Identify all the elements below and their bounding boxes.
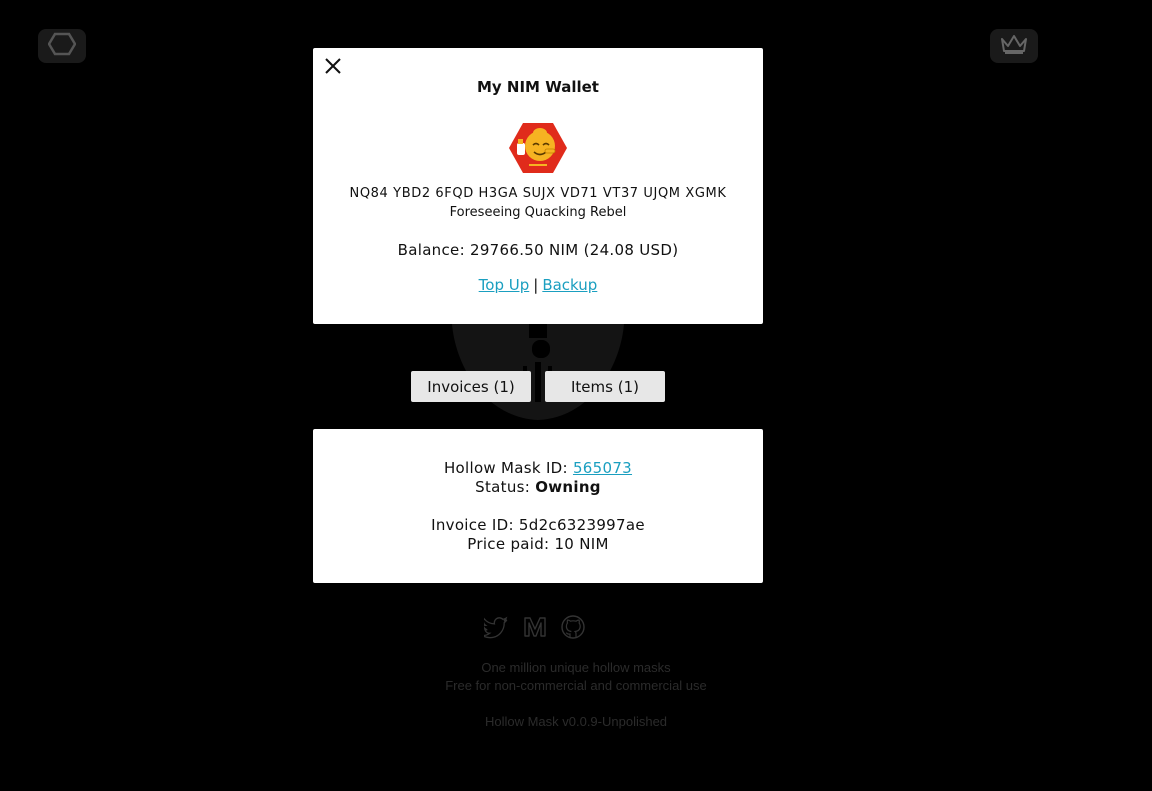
tab-invoices[interactable]: Invoices (1) [411,371,531,402]
invoice-card: Hollow Mask ID: 565073 Status: Owning In… [313,429,763,583]
invoice-id: Invoice ID: 5d2c6323997ae [431,516,645,534]
wallet-title: My NIM Wallet [477,78,599,96]
link-separator: | [533,276,539,294]
page: My NIM Wallet NQ84 YBD2 6FQD H3GA SUJX V… [0,0,1152,791]
top-up-link[interactable]: Top Up [479,276,530,294]
wallet-actions: Top Up | Backup [313,276,763,294]
medium-icon[interactable] [522,614,548,640]
mask-id-label: Hollow Mask ID: [443,459,573,477]
status-value: Owning [535,478,601,496]
wallet-address: NQ84 YBD2 6FQD H3GA SUJX VD71 VT37 UJQM … [349,186,727,201]
crown-button[interactable] [990,29,1038,63]
backup-link[interactable]: Backup [542,276,597,294]
mask-id-row: Hollow Mask ID: 565073 [313,459,763,477]
hexagon-icon [47,32,77,60]
status-label: Status: [475,478,536,496]
footer-tagline: One million unique hollow masks [481,660,671,675]
mask-id-link[interactable]: 565073 [573,459,632,477]
wallet-identicon [509,123,567,173]
home-button[interactable] [38,29,86,63]
github-icon[interactable] [560,614,586,640]
status-row: Status: Owning [313,478,763,496]
wallet-modal: My NIM Wallet NQ84 YBD2 6FQD H3GA SUJX V… [313,48,763,324]
footer-license: Free for non-commercial and commercial u… [445,678,707,693]
tab-items[interactable]: Items (1) [545,371,665,402]
crown-icon [999,33,1029,59]
wallet-balance: Balance: 29766.50 NIM (24.08 USD) [397,241,679,259]
social-links [480,614,590,642]
twitter-icon[interactable] [481,614,510,640]
price-paid: Price paid: 10 NIM [467,535,609,553]
wallet-name: Foreseeing Quacking Rebel [449,205,627,220]
close-icon [325,58,341,74]
footer-version: Hollow Mask v0.0.9-Unpolished [484,714,668,729]
close-button[interactable] [323,56,343,76]
